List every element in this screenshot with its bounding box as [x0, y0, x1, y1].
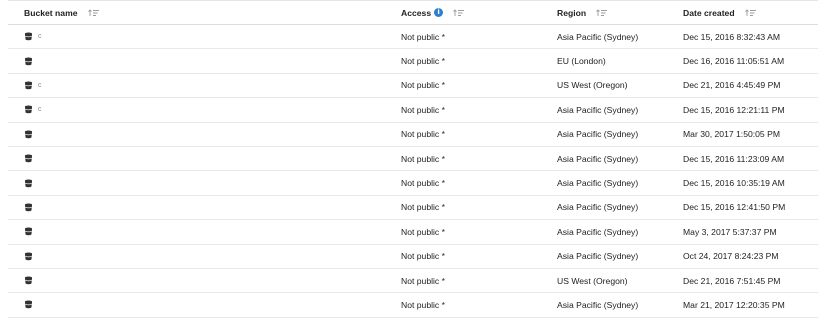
access-cell: Not public * [401, 56, 445, 67]
table-row[interactable]: Not public * US West (Oregon) Dec 21, 20… [8, 269, 818, 294]
region-cell: Asia Pacific (Sydney) [557, 251, 639, 262]
sort-ascending-icon[interactable] [596, 8, 608, 17]
bucket-name-cell[interactable]: c [24, 98, 43, 121]
bucket-icon [24, 276, 33, 285]
table-row[interactable]: Not public * Asia Pacific (Sydney) Dec 1… [8, 196, 818, 221]
date-created-cell: Dec 15, 2016 12:21:11 PM [683, 104, 785, 115]
region-cell: Asia Pacific (Sydney) [557, 299, 639, 310]
bucket-icon [24, 57, 33, 66]
access-cell: Not public * [401, 31, 445, 42]
bucket-name[interactable]: c [38, 82, 43, 89]
column-header-label: Date created [683, 7, 735, 18]
date-created-cell: Mar 30, 2017 1:50:05 PM [683, 129, 780, 140]
bucket-icon [24, 252, 33, 261]
access-cell: Not public * [401, 275, 445, 286]
access-cell: Not public * [401, 104, 445, 115]
access-cell: Not public * [401, 299, 445, 310]
table-row[interactable]: Not public * Asia Pacific (Sydney) May 3… [8, 220, 818, 245]
bucket-name-cell[interactable] [24, 196, 38, 219]
date-created-cell: Oct 24, 2017 8:24:23 PM [683, 251, 779, 262]
date-created-cell: Dec 15, 2016 11:23:09 AM [683, 153, 785, 164]
date-created-cell: Dec 15, 2016 10:35:19 AM [683, 178, 785, 189]
column-header-label: Bucket name [24, 7, 78, 18]
bucket-icon [24, 130, 33, 139]
access-cell: Not public * [401, 129, 445, 140]
bucket-name-cell[interactable]: c [24, 74, 43, 97]
region-cell: Asia Pacific (Sydney) [557, 104, 639, 115]
bucket-name[interactable]: c [38, 106, 43, 113]
column-header-access[interactable]: Access i [401, 1, 465, 24]
bucket-name-cell[interactable] [24, 269, 38, 292]
bucket-name[interactable]: c [38, 33, 43, 40]
table-row[interactable]: Not public * Asia Pacific (Sydney) Mar 3… [8, 123, 818, 147]
region-cell: US West (Oregon) [557, 80, 628, 91]
bucket-icon [24, 32, 33, 41]
table-header: Bucket name Access i Region Date created [8, 1, 818, 25]
access-cell: Not public * [401, 178, 445, 189]
table-row[interactable]: Not public * Asia Pacific (Sydney) Dec 1… [8, 147, 818, 172]
date-created-cell: Dec 15, 2016 8:32:43 AM [683, 31, 780, 42]
region-cell: Asia Pacific (Sydney) [557, 202, 639, 213]
table-row[interactable]: Not public * Asia Pacific (Sydney) Oct 2… [8, 245, 818, 269]
date-created-cell: Dec 15, 2016 12:41:50 PM [683, 202, 786, 213]
date-created-cell: Mar 21, 2017 12:20:35 PM [683, 299, 785, 310]
sort-ascending-icon[interactable] [744, 8, 757, 17]
column-header-date-created[interactable]: Date created [683, 1, 757, 24]
table-body: c Not public * Asia Pacific (Sydney) Dec… [8, 25, 818, 318]
region-cell: Asia Pacific (Sydney) [557, 31, 639, 42]
table-row[interactable]: Not public * Asia Pacific (Sydney) Dec 1… [8, 171, 818, 196]
table-row[interactable]: c Not public * Asia Pacific (Sydney) Dec… [8, 98, 818, 123]
sort-ascending-icon[interactable] [87, 8, 100, 17]
bucket-name-cell[interactable] [24, 123, 38, 146]
info-icon[interactable]: i [434, 8, 444, 17]
access-cell: Not public * [401, 202, 445, 213]
bucket-name-cell[interactable] [24, 245, 38, 268]
column-header-region[interactable]: Region [557, 1, 608, 24]
bucket-name-cell[interactable] [24, 220, 38, 243]
region-cell: Asia Pacific (Sydney) [557, 178, 639, 189]
bucket-icon [24, 81, 33, 90]
bucket-icon [24, 300, 33, 309]
table-row[interactable]: c Not public * US West (Oregon) Dec 21, … [8, 74, 818, 99]
bucket-icon [24, 179, 33, 188]
access-cell: Not public * [401, 153, 445, 164]
region-cell: Asia Pacific (Sydney) [557, 129, 639, 140]
bucket-name-cell[interactable] [24, 49, 38, 72]
date-created-cell: Dec 21, 2016 4:45:49 PM [683, 80, 781, 91]
bucket-icon [24, 227, 33, 236]
date-created-cell: May 3, 2017 5:37:37 PM [683, 226, 777, 237]
date-created-cell: Dec 16, 2016 11:05:51 AM [683, 56, 785, 67]
region-cell: Asia Pacific (Sydney) [557, 153, 639, 164]
bucket-name-cell[interactable]: c [24, 25, 43, 48]
bucket-name-cell[interactable] [24, 147, 38, 170]
buckets-table: Bucket name Access i Region Date created… [8, 0, 818, 318]
region-cell: US West (Oregon) [557, 275, 628, 286]
table-row[interactable]: Not public * Asia Pacific (Sydney) Mar 2… [8, 293, 818, 318]
column-header-label: Region [557, 7, 587, 18]
bucket-icon [24, 154, 33, 163]
sort-ascending-icon[interactable] [453, 8, 465, 17]
bucket-icon [24, 105, 33, 114]
region-cell: Asia Pacific (Sydney) [557, 226, 639, 237]
access-cell: Not public * [401, 251, 445, 262]
bucket-icon [24, 203, 33, 212]
access-cell: Not public * [401, 80, 445, 91]
column-header-bucket-name[interactable]: Bucket name [24, 1, 100, 24]
table-row[interactable]: Not public * EU (London) Dec 16, 2016 11… [8, 49, 818, 74]
access-cell: Not public * [401, 226, 445, 237]
bucket-name-cell[interactable] [24, 171, 38, 194]
table-row[interactable]: c Not public * Asia Pacific (Sydney) Dec… [8, 25, 818, 50]
date-created-cell: Dec 21, 2016 7:51:45 PM [683, 275, 781, 286]
column-header-label: Access [401, 7, 432, 18]
region-cell: EU (London) [557, 56, 606, 67]
bucket-name-cell[interactable] [24, 293, 38, 316]
